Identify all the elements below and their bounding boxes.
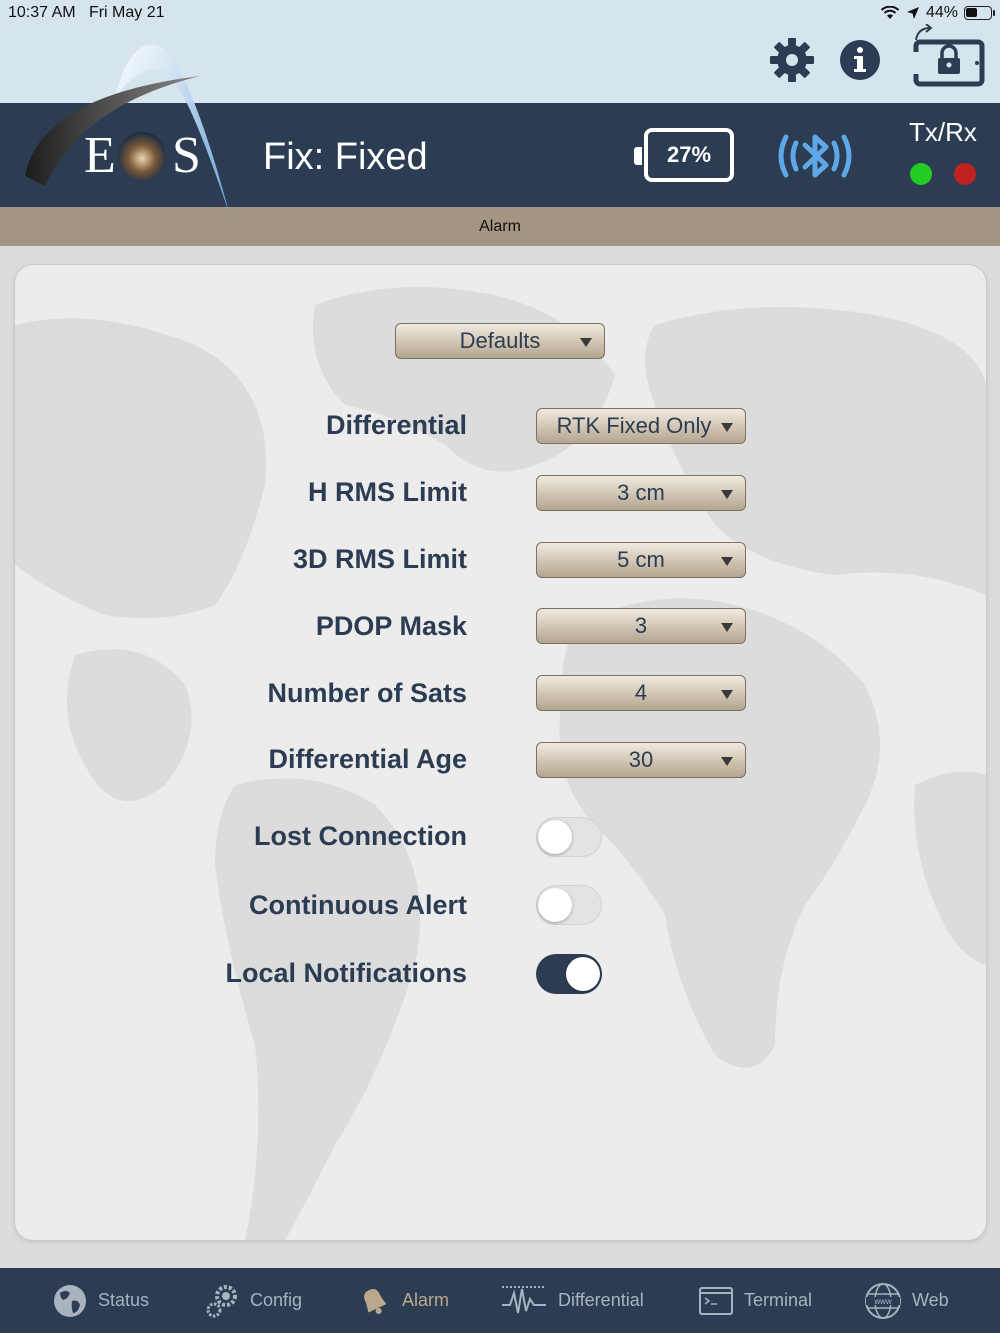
lost-connection-label: Lost Connection [254,821,467,851]
tab-label: Web [912,1290,949,1310]
tab-label: Alarm [402,1290,450,1310]
toggle-knob [538,820,572,854]
3d-rms-limit-dropdown[interactable]: 5 cm [536,542,746,578]
www-globe-icon: www [865,1282,901,1319]
location-arrow-icon [906,7,919,19]
toggle-knob [566,957,600,991]
bell-icon [364,1288,387,1314]
lost-connection-toggle[interactable] [536,817,602,857]
tab-label: Status [98,1290,150,1310]
info-button[interactable] [836,36,884,84]
preset-value: Defaults [459,328,541,353]
3d-rms-limit-label: 3D RMS Limit [292,544,467,574]
world-map-background [15,287,986,1240]
logo-orb [118,132,166,180]
local-notifications-toggle[interactable] [536,954,602,994]
continuous-alert-label: Continuous Alert [249,890,467,920]
txrx-label: Tx/Rx [909,117,977,147]
chevron-down-icon [721,557,733,566]
chevron-down-icon [580,338,592,347]
tab-alarm[interactable]: Alarm [356,1268,449,1333]
logo-letter-s: S [172,127,201,184]
chevron-down-icon [721,490,733,499]
status-date: Fri May 21 [88,4,165,21]
status-clock: 10:37 AM [8,4,76,21]
fix-status: Fix: Fixed [263,136,428,178]
status-time: 10:37 AM Fri May 21 [8,4,165,22]
terminal-icon [699,1286,733,1315]
tab-label: Terminal [744,1290,813,1310]
rx-led [954,163,976,185]
battery-nub [634,147,642,165]
logo-letter-e: E [84,127,116,184]
pdop-mask-label: PDOP Mask [315,611,467,641]
eos-logo: E S [20,36,240,221]
pdop-mask-value: 3 [634,613,648,638]
gears-icon [206,1284,237,1317]
globe-icon [54,1284,86,1317]
3d-rms-limit-value: 5 cm [617,547,665,572]
tab-label: Differential [558,1290,644,1310]
toggle-knob [538,888,572,922]
h-rms-limit-label: H RMS Limit [308,477,467,507]
svg-text:www: www [873,1297,892,1306]
waveform-icon [502,1285,546,1313]
differential-label: Differential [325,410,467,440]
number-of-sats-label: Number of Sats [267,678,467,708]
bluetooth-icon[interactable] [772,127,858,185]
differential-age-value: 30 [628,747,654,772]
battery-indicator: 27% [644,128,734,182]
tab-config[interactable]: Config [204,1268,302,1333]
wifi-icon [880,6,900,19]
chevron-down-icon [721,623,733,632]
tab-terminal[interactable]: Terminal [698,1268,812,1333]
h-rms-limit-value: 3 cm [617,480,665,505]
pdop-mask-dropdown[interactable]: 3 [536,608,746,644]
rotation-lock-button[interactable] [910,24,986,88]
differential-value: RTK Fixed Only [556,413,712,438]
number-of-sats-value: 4 [634,680,648,705]
local-notifications-label: Local Notifications [225,958,467,988]
chevron-down-icon [721,757,733,766]
differential-age-label: Differential Age [268,744,467,774]
alarm-settings-card: Defaults Differential RTK Fixed Only H R… [15,265,986,1240]
status-battery-icon [964,6,995,20]
tab-status[interactable]: Status [52,1268,149,1333]
number-of-sats-dropdown[interactable]: 4 [536,675,746,711]
chevron-down-icon [721,690,733,699]
preset-dropdown[interactable]: Defaults [395,323,605,359]
tab-differential[interactable]: Differential [500,1268,644,1333]
status-indicators: 44% [880,4,995,22]
status-battery-percent: 44% [925,4,958,21]
battery-percent: 27% [666,142,712,167]
continuous-alert-toggle[interactable] [536,885,602,925]
tab-label: Config [250,1290,303,1310]
h-rms-limit-dropdown[interactable]: 3 cm [536,475,746,511]
gear-icon [770,38,814,82]
page-title: Alarm [479,217,521,235]
tab-web[interactable]: www Web [864,1268,949,1333]
differential-dropdown[interactable]: RTK Fixed Only [536,408,746,444]
differential-age-dropdown[interactable]: 30 [536,742,746,778]
settings-button[interactable] [768,36,816,84]
tx-led [910,163,932,185]
tab-bar: Status Config Alarm Differential Termina… [0,1268,1000,1333]
info-icon [840,40,880,80]
rotation-lock-icon [913,24,985,87]
chevron-down-icon [721,423,733,432]
